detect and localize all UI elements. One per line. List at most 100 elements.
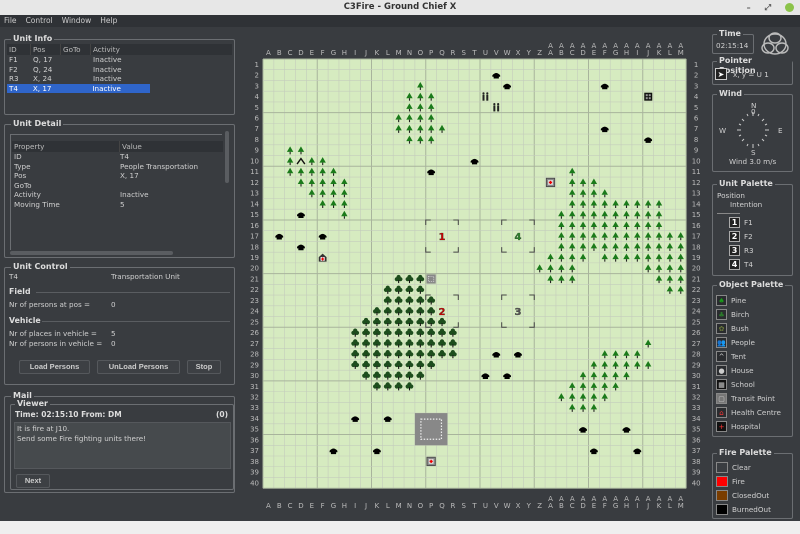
pine-trunk	[289, 151, 291, 155]
column-label: N	[407, 49, 412, 57]
close-icon[interactable]	[785, 3, 794, 12]
row-label: 24	[250, 308, 259, 316]
unit-pos: Q, 17	[33, 55, 53, 64]
birch-trunk	[430, 312, 432, 316]
column-label: Z	[537, 502, 542, 510]
palette-school[interactable]: ▦ School	[716, 378, 755, 391]
menu-help[interactable]: Help	[100, 15, 117, 27]
palette-bush[interactable]: ✿ Bush	[716, 322, 749, 335]
palette-transit-point[interactable]: ▢ Transit Point	[716, 392, 775, 405]
load-persons-button[interactable]: Load Persons	[19, 360, 90, 374]
menu-file[interactable]: File	[4, 15, 17, 27]
column-label: U	[483, 49, 488, 57]
pine-trunk	[419, 141, 421, 144]
palette-hospital[interactable]: + Hospital	[716, 420, 760, 433]
col-activity[interactable]: Activity	[91, 44, 151, 55]
pine-trunk	[658, 205, 660, 208]
palette-house[interactable]: ● House	[716, 364, 754, 377]
row-label: 34	[250, 415, 259, 423]
school-window	[645, 94, 648, 97]
minimize-icon[interactable]: –	[747, 0, 751, 15]
unit-palette-item[interactable]: 1 F1	[729, 216, 753, 229]
column-label: Y	[526, 49, 532, 57]
row-label: 10	[250, 157, 259, 165]
pine-trunk	[593, 226, 595, 230]
pine-trunk	[560, 280, 562, 284]
palette-label: Bush	[731, 324, 749, 333]
unload-persons-button[interactable]: UnLoad Persons	[97, 360, 180, 374]
col-pos[interactable]: Pos	[31, 44, 61, 55]
bush-icon: ✿	[716, 323, 727, 334]
window-titlebar: C3Fire - Ground Chief X – ⤢	[0, 0, 800, 15]
pine-trunk	[571, 194, 573, 198]
palette-health-centre[interactable]: ⌂ Health Centre	[716, 406, 781, 419]
pine-trunk	[419, 108, 421, 112]
column-label: N	[407, 502, 412, 510]
pine-trunk	[593, 216, 595, 219]
birch-trunk	[430, 365, 432, 369]
pine-trunk	[333, 184, 335, 187]
row-label: 6	[255, 115, 260, 123]
maximize-icon[interactable]: ⤢	[765, 0, 771, 15]
pine-trunk	[615, 355, 617, 359]
pine-trunk	[322, 194, 324, 198]
window-title: C3Fire - Ground Chief X	[343, 2, 457, 12]
fire-burnedout[interactable]: BurnedOut	[716, 503, 771, 516]
palette-people[interactable]: 👥 People	[716, 336, 755, 349]
pine-trunk	[571, 216, 573, 219]
row-label: 7	[694, 125, 698, 133]
column-label: I	[354, 49, 356, 57]
unit-pos: X, 24	[33, 74, 52, 83]
unit-palette-item[interactable]: 3 R3	[729, 244, 754, 257]
pine-trunk	[593, 366, 595, 369]
pine-trunk	[658, 269, 660, 273]
column-label: Q	[439, 49, 445, 57]
next-button[interactable]: Next	[16, 474, 50, 488]
fire-closedout[interactable]: ClosedOut	[716, 489, 769, 502]
detail-hscrollbar[interactable]	[10, 251, 173, 255]
detail-row: Type People Transportation	[12, 162, 223, 172]
birch-trunk	[387, 290, 389, 294]
col-value[interactable]: Value	[120, 141, 223, 152]
control-unit-type: Transportation Unit	[111, 272, 180, 281]
row-label: 7	[255, 125, 259, 133]
persons-at-pos-label: Nr of persons at pos =	[9, 300, 91, 309]
col-property[interactable]: Property	[12, 141, 120, 152]
map-canvas[interactable]: AABBCCDDEEFFGGHHIIJJKKLLMMNNOOPPQQRRSSTT…	[245, 40, 705, 520]
unit-row[interactable]: F2 Q, 24 Inactive	[7, 65, 232, 75]
fire-fire[interactable]: Fire	[716, 475, 745, 488]
menu-control[interactable]: Control	[26, 15, 53, 27]
palette-birch[interactable]: ♣ Birch	[716, 308, 749, 321]
fire-clear[interactable]: Clear	[716, 461, 751, 474]
palette-tent[interactable]: ^ Tent	[716, 350, 746, 363]
col-goto[interactable]: GoTo	[61, 44, 91, 55]
pine-trunk	[430, 119, 432, 123]
pine-trunk	[571, 205, 573, 208]
status-bar	[0, 521, 800, 534]
pine-trunk	[430, 98, 432, 101]
palette-pine[interactable]: ♠ Pine	[716, 294, 746, 307]
stop-button[interactable]: Stop	[187, 360, 221, 374]
unit-row-selected[interactable]: T4 X, 17 Inactive	[7, 83, 150, 93]
unit-row[interactable]: R3 X, 24 Inactive	[7, 74, 232, 84]
detail-vscrollbar[interactable]	[225, 131, 229, 183]
pine-trunk	[408, 108, 411, 112]
unit-number: 1	[439, 232, 446, 243]
row-label: 30	[250, 372, 259, 380]
col-id[interactable]: ID	[7, 44, 31, 55]
mail-body[interactable]: It is fire at J10. Send some Fire fighti…	[14, 422, 231, 469]
row-label: 18	[250, 243, 259, 251]
pine-trunk	[658, 216, 660, 219]
row-label: 31	[250, 383, 259, 391]
persons-at-pos-value: 0	[111, 300, 116, 309]
unit-row[interactable]: F1 Q, 17 Inactive	[7, 55, 232, 65]
pointer-arrow-icon[interactable]: ➤	[715, 68, 727, 80]
pine-trunk	[647, 216, 649, 219]
unit-palette-item[interactable]: 4 T4	[729, 258, 753, 271]
school-window	[645, 97, 648, 100]
menu-window[interactable]: Window	[62, 15, 92, 27]
unit-palette-item[interactable]: 2 F2	[729, 230, 753, 243]
birch-trunk	[408, 376, 411, 380]
unit-activity: Inactive	[93, 74, 122, 83]
unit-number-icon: 4	[729, 259, 740, 270]
